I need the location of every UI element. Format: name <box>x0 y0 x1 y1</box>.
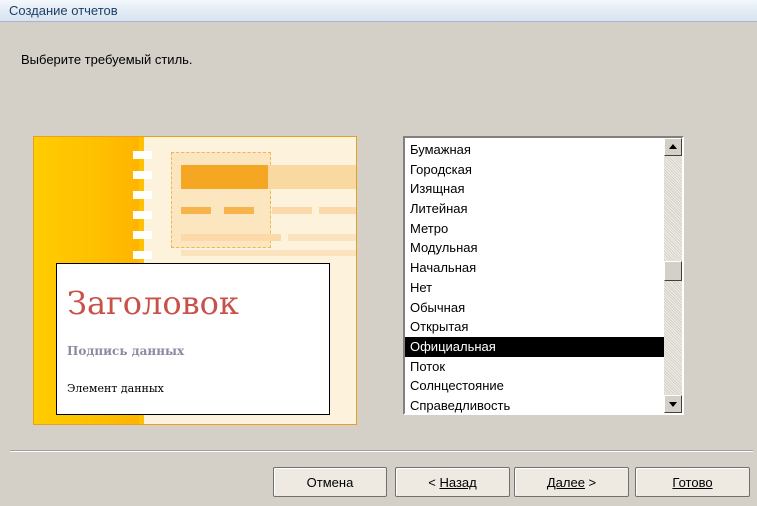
style-list-item[interactable]: Поток <box>405 357 664 377</box>
back-button[interactable]: < Назад <box>395 467 510 497</box>
style-list-items: Бумажная Городская Изящная Литейная Метро Мод… <box>405 140 664 413</box>
next-suffix: > <box>584 474 597 490</box>
style-list-item[interactable]: Начальная <box>405 258 664 278</box>
style-list-item[interactable]: Обычная <box>405 298 664 318</box>
style-preview: Заголовок Подпись данных Элемент данных <box>33 136 357 425</box>
preview-card: Заголовок Подпись данных Элемент данных <box>56 263 330 415</box>
next-button[interactable]: Далее > <box>514 467 629 497</box>
preview-row-bar <box>181 250 356 256</box>
scroll-thumb[interactable] <box>664 261 682 281</box>
preview-ruler-tab <box>133 191 152 199</box>
back-prefix: < <box>428 474 440 490</box>
style-list-item[interactable]: Модульная <box>405 238 664 258</box>
title-bar: Создание отчетов <box>0 0 757 22</box>
arrow-down-icon <box>669 402 677 407</box>
preview-ruler-tab <box>133 231 152 239</box>
style-list-item[interactable]: Солнцестояние <box>405 376 664 396</box>
preview-row-bar <box>181 207 211 214</box>
style-list-item[interactable]: Изящная <box>405 179 664 199</box>
scroll-down-button[interactable] <box>664 395 682 413</box>
preview-data-item: Элемент данных <box>67 382 164 395</box>
preview-heading: Заголовок <box>67 284 239 322</box>
arrow-up-icon <box>669 144 677 149</box>
style-list-item[interactable]: Метро <box>405 219 664 239</box>
window-title: Создание отчетов <box>9 3 118 18</box>
preview-row-bar <box>181 234 281 241</box>
report-wizard-window: Создание отчетов Выберите требуемый стил… <box>0 0 757 506</box>
style-list-item[interactable]: Литейная <box>405 199 664 219</box>
preview-header-bar <box>268 165 356 189</box>
style-list-item[interactable]: Городская <box>405 160 664 180</box>
cancel-button[interactable]: Отмена <box>273 467 387 497</box>
finish-button[interactable]: Готово <box>635 467 750 497</box>
preview-ruler-tab <box>133 151 152 159</box>
style-list-item[interactable]: Бумажная <box>405 140 664 160</box>
style-list-item[interactable]: Официальная <box>405 336 664 357</box>
style-listbox[interactable]: Бумажная Городская Изящная Литейная Метро Мод… <box>403 136 684 415</box>
preview-row-bar <box>319 207 356 214</box>
style-list-item[interactable]: Справедливость <box>405 396 664 413</box>
preview-header-bar <box>181 165 268 189</box>
preview-row-bar <box>288 234 356 241</box>
preview-ruler-tab <box>133 251 152 259</box>
preview-ruler-tab <box>133 171 152 179</box>
footer-separator <box>10 450 753 452</box>
preview-caption: Подпись данных <box>67 344 185 358</box>
preview-row-bar <box>224 207 254 214</box>
list-scrollbar[interactable] <box>664 138 682 413</box>
preview-ruler-tab <box>133 211 152 219</box>
style-list-item[interactable]: Открытая <box>405 317 664 337</box>
next-label: Далее <box>546 474 585 490</box>
style-list-item[interactable]: Нет <box>405 278 664 298</box>
scroll-up-button[interactable] <box>664 138 682 156</box>
preview-row-bar <box>272 207 312 214</box>
back-label: Назад <box>439 474 477 490</box>
instruction-text: Выберите требуемый стиль. <box>21 52 193 67</box>
finish-label: Готово <box>672 474 713 490</box>
